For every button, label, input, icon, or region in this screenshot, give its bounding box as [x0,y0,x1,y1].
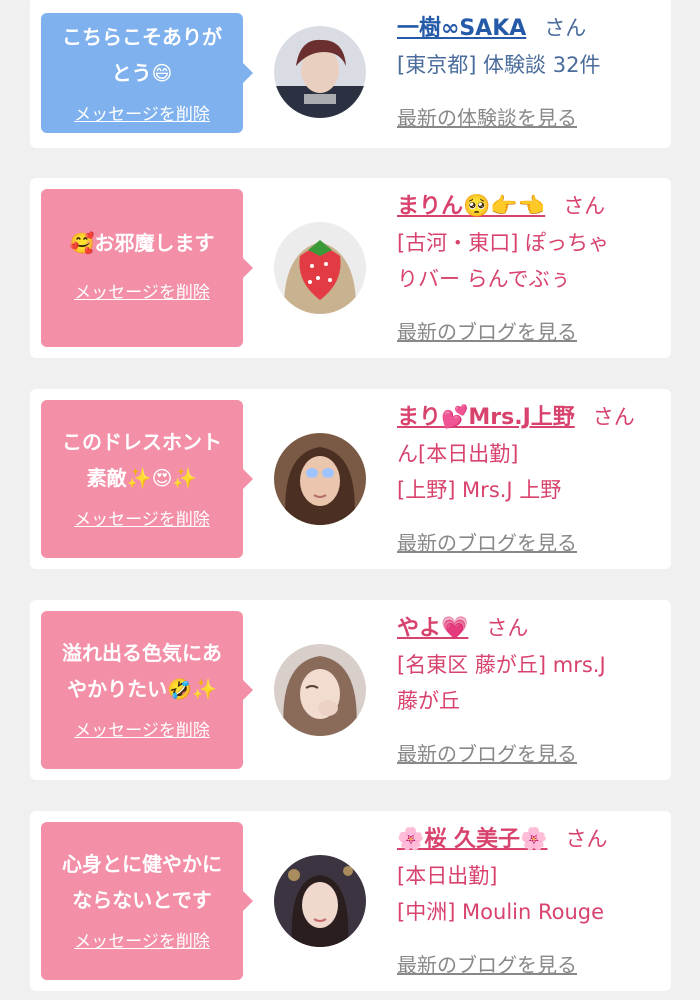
woman-photo-icon [274,644,366,736]
profile-info: 一樹∞SAKA さん [東京都] 体験談 32件 [397,10,659,83]
profile-detail: [上野] Mrs.J 上野 [397,478,562,502]
delete-message-link[interactable]: メッセージを削除 [41,100,243,125]
profile-detail: [中洲] Moulin Rouge [397,900,605,924]
message-text: 心身とに健やかに ならないとです [62,852,222,912]
message-bubble: 心身とに健やかに ならないとです メッセージを削除 [41,822,253,980]
message-bubble: 🥰お邪魔します メッセージを削除 [41,189,253,347]
woman-photo-icon [274,433,366,525]
profile-name-link[interactable]: やよ💗 [397,616,468,641]
avatar[interactable] [274,855,366,947]
profile-name-link[interactable]: まりん🥺👉👈 [397,194,545,219]
profile-info: 🌸桜 久美子🌸 さん [本日出勤] [中洲] Moulin Rouge [397,821,659,930]
latest-review-link[interactable]: 最新の体験談を見る [397,102,577,131]
profile-detail: [東京都] 体験談 32件 [397,53,601,77]
latest-blog-link[interactable]: 最新のブログを見る [397,527,577,556]
latest-blog-link[interactable]: 最新のブログを見る [397,316,577,345]
delete-message-link[interactable]: メッセージを削除 [41,927,243,952]
message-card: 🥰お邪魔します メッセージを削除 まりん🥺👉👈 さん [古河・東口] ぽっちゃ り… [30,178,671,358]
profile-info: まり💕Mrs.J上野 さん ん[本日出勤] [上野] Mrs.J 上野 [397,399,659,508]
message-card: 溢れ出る色気にあ やかりたい🤣✨ メッセージを削除 やよ💗 さん [名東区 藤が丘… [30,600,671,780]
profile-info: まりん🥺👉👈 さん [古河・東口] ぽっちゃ りバー らんでぶぅ [397,188,659,297]
delete-message-link[interactable]: メッセージを削除 [41,505,243,530]
message-text: 溢れ出る色気にあ やかりたい🤣✨ [62,641,222,701]
avatar[interactable] [274,644,366,736]
message-bubble: このドレスホント 素敵✨😍✨ メッセージを削除 [41,400,253,558]
profile-detail: [名東区 藤が丘] mrs.J [397,653,606,677]
profile-detail: ん[本日出勤] [397,442,519,466]
profile-detail: [本日出勤] [397,864,498,888]
avatar[interactable] [274,222,366,314]
name-suffix: さん [544,16,587,40]
strawberry-face-photo-icon [274,222,366,314]
woman-photo-icon [274,855,366,947]
message-bubble: こちらこそありが とう😄 メッセージを削除 [41,13,253,133]
delete-message-link[interactable]: メッセージを削除 [41,278,243,303]
message-card: こちらこそありが とう😄 メッセージを削除 一樹∞SAKA さん [東京都] 体験… [30,0,671,148]
profile-info: やよ💗 さん [名東区 藤が丘] mrs.J 藤が丘 [397,610,659,719]
name-suffix: さん [592,405,635,429]
delete-message-link[interactable]: メッセージを削除 [41,716,243,741]
message-card: このドレスホント 素敵✨😍✨ メッセージを削除 まり💕Mrs.J上野 さん ん[本… [30,389,671,569]
profile-name-link[interactable]: 🌸桜 久美子🌸 [397,827,547,852]
name-suffix: さん [563,194,606,218]
message-bubble: 溢れ出る色気にあ やかりたい🤣✨ メッセージを削除 [41,611,253,769]
profile-detail: 藤が丘 [397,689,460,713]
avatar[interactable] [274,433,366,525]
name-suffix: さん [565,827,608,851]
message-text: このドレスホント 素敵✨😍✨ [62,430,222,490]
latest-blog-link[interactable]: 最新のブログを見る [397,738,577,767]
profile-detail: [古河・東口] ぽっちゃ [397,231,610,255]
male-host-photo-icon [274,26,366,118]
message-text: こちらこそありが とう😄 [62,25,222,85]
avatar[interactable] [274,26,366,118]
profile-name-link[interactable]: 一樹∞SAKA [397,16,526,41]
latest-blog-link[interactable]: 最新のブログを見る [397,949,577,978]
name-suffix: さん [486,616,529,640]
message-text: 🥰お邪魔します [69,231,215,255]
profile-name-link[interactable]: まり💕Mrs.J上野 [397,405,575,430]
profile-detail: りバー らんでぶぅ [397,267,571,291]
message-card: 心身とに健やかに ならないとです メッセージを削除 🌸桜 久美子🌸 さん [本日出… [30,811,671,991]
